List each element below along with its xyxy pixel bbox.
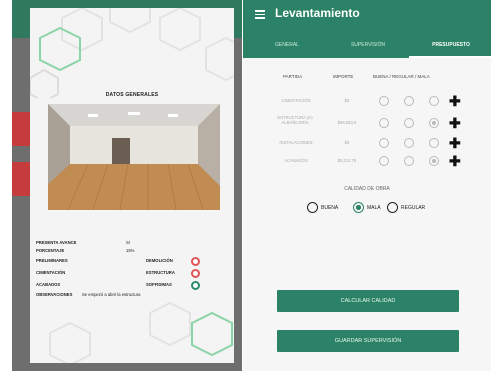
demolicion-status-icon xyxy=(191,257,200,266)
regular-radio[interactable] xyxy=(404,156,414,166)
header-partida: PARTIDA xyxy=(283,74,303,79)
buena-radio[interactable] xyxy=(379,118,389,128)
regular-radio[interactable] xyxy=(404,118,414,128)
left-screen: DATOS GENERALES PRESENTA AVANCE SI PORCE… xyxy=(12,0,242,371)
buena-radio[interactable] xyxy=(379,138,389,148)
mala-radio[interactable] xyxy=(429,118,439,128)
left-side-tab-1[interactable] xyxy=(12,112,30,146)
table-row: ACABADOS $5,212.76 ✚ xyxy=(243,154,491,170)
importe-value: $0 xyxy=(344,98,350,103)
header-importe: IMPORTE xyxy=(333,74,354,79)
mala-radio[interactable] xyxy=(429,156,439,166)
room-photo xyxy=(48,104,220,210)
table-row: CIMENTACIÓN $0 ✚ xyxy=(243,94,491,110)
hexagon-pattern-bottom xyxy=(49,301,233,363)
estructura-status-icon xyxy=(191,269,200,278)
menu-icon[interactable] xyxy=(255,10,265,19)
regular-radio[interactable] xyxy=(404,96,414,106)
partida-label: CIMENTACIÓN xyxy=(281,98,311,103)
app-bar: Levantamiento GENERAL SUPERVISIÓN PRESUP… xyxy=(243,0,491,58)
app-title: Levantamiento xyxy=(275,6,360,20)
mala-option-radio[interactable] xyxy=(353,202,364,213)
guardar-supervision-button[interactable]: GUARDAR SUPERVISIÓN xyxy=(277,330,459,352)
left-side-tab-2[interactable] xyxy=(12,162,30,196)
preliminares-label: PRELIMINARES xyxy=(36,258,68,263)
tab-general[interactable]: GENERAL xyxy=(257,42,317,48)
regular-radio[interactable] xyxy=(404,138,414,148)
soffidimas-status-icon xyxy=(191,281,200,290)
right-screen: Levantamiento GENERAL SUPERVISIÓN PRESUP… xyxy=(243,0,491,371)
observaciones-value: Se empezó a abrir la estructura xyxy=(82,292,141,297)
dialog-title: DATOS GENERALES xyxy=(105,92,159,98)
presenta-avance-value: SI xyxy=(126,240,130,245)
presenta-avance-label: PRESENTA AVANCE xyxy=(36,240,77,245)
porcentaje-value: 15% xyxy=(126,248,135,253)
partida-label: ACABADOS xyxy=(284,158,308,163)
add-icon[interactable]: ✚ xyxy=(449,154,461,168)
buena-option-label[interactable]: BUENA xyxy=(321,205,338,211)
calcular-calidad-button[interactable]: CALCULAR CALIDAD xyxy=(277,290,459,312)
regular-option-radio[interactable] xyxy=(387,202,398,213)
tab-supervision[interactable]: SUPERVISIÓN xyxy=(333,42,403,48)
add-icon[interactable]: ✚ xyxy=(449,136,461,150)
estructura-label: ESTRUCTURA xyxy=(146,270,175,275)
datos-generales-dialog: DATOS GENERALES PRESENTA AVANCE SI PORCE… xyxy=(30,8,234,363)
hexagon-pattern-top xyxy=(30,8,234,98)
importe-value: $0 xyxy=(344,140,350,145)
mala-radio[interactable] xyxy=(429,96,439,106)
table-row: ESTRUCTURA y/o ALBAÑILERÍA $69,553.6 ✚ xyxy=(243,113,491,133)
mala-option-label[interactable]: MALA xyxy=(367,205,381,211)
observaciones-label: OBSERVACIONES xyxy=(36,292,73,297)
active-tab-indicator xyxy=(409,56,491,58)
calidad-obra-title: CALIDAD DE OBRA xyxy=(344,186,390,192)
porcentaje-label: PORCENTAJE xyxy=(36,248,65,253)
add-icon[interactable]: ✚ xyxy=(449,116,461,130)
acabados-label: ACABADOS xyxy=(36,282,61,287)
cimentacion-label: CIMENTACIÓN xyxy=(36,270,66,275)
header-calidad: BUENA / REGULAR / MALA xyxy=(373,74,430,79)
mala-radio[interactable] xyxy=(429,138,439,148)
partida-label: ESTRUCTURA y/o ALBAÑILERÍA xyxy=(277,115,313,125)
importe-value: $69,553.6 xyxy=(337,120,357,125)
demolicion-label: DEMOLICIÓN xyxy=(146,258,173,263)
tab-presupuesto[interactable]: PRESUPUESTO xyxy=(411,42,491,48)
soffidimas-label: SOFFIDIMAS xyxy=(146,282,172,287)
add-icon[interactable]: ✚ xyxy=(449,94,461,108)
buena-radio[interactable] xyxy=(379,156,389,166)
buena-option-radio[interactable] xyxy=(307,202,318,213)
partida-label: INSTALACIONES xyxy=(279,140,313,145)
table-row: INSTALACIONES $0 ✚ xyxy=(243,136,491,152)
buena-radio[interactable] xyxy=(379,96,389,106)
regular-option-label[interactable]: REGULAR xyxy=(401,205,425,211)
importe-value: $5,212.76 xyxy=(337,158,357,163)
